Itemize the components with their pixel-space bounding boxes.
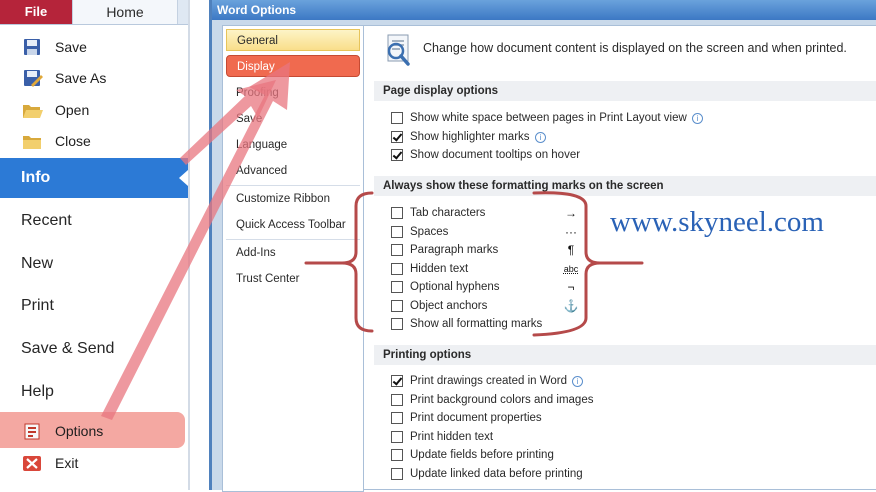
save-as-icon — [24, 70, 43, 87]
ribbon-tab-bar: File Home — [0, 0, 190, 25]
option-label: Print document properties — [410, 412, 542, 424]
checkbox[interactable] — [391, 262, 403, 275]
save-icon — [24, 39, 40, 55]
save-command[interactable]: Save — [0, 32, 188, 62]
nav-customize-ribbon[interactable]: Customize Ribbon — [226, 188, 360, 210]
checkbox[interactable] — [391, 318, 403, 330]
nav-quick-access-toolbar[interactable]: Quick Access Toolbar — [226, 214, 360, 236]
checkbox[interactable] — [391, 393, 403, 406]
options-label: Options — [55, 423, 104, 439]
new-section[interactable]: New — [0, 244, 188, 284]
nav-proofing[interactable]: Proofing — [226, 82, 360, 104]
nav-general[interactable]: General — [226, 29, 360, 51]
checkbox[interactable] — [391, 467, 403, 480]
magnifier-document-icon — [387, 34, 410, 66]
formatting-mark-symbol: ··· — [565, 224, 577, 239]
nav-add-ins[interactable]: Add-Ins — [226, 242, 360, 264]
exit-command[interactable]: Exit — [0, 448, 188, 478]
checkbox[interactable] — [391, 449, 403, 461]
checkbox[interactable] — [391, 412, 403, 424]
watermark-text: www.skyneel.com — [610, 206, 824, 238]
word-options-dialog: Word Options General Display Proofing Sa… — [209, 0, 876, 492]
close-label: Close — [55, 133, 91, 149]
save-as-label: Save As — [55, 70, 107, 86]
option-label: Print drawings created in Word — [410, 375, 568, 387]
open-command[interactable]: Open — [0, 95, 188, 125]
formatting-mark-symbol: ¬ — [567, 280, 575, 294]
formatting-marks-header: Always show these formatting marks on th… — [374, 176, 876, 196]
options-command[interactable]: Options — [0, 416, 188, 446]
nav-language[interactable]: Language — [226, 134, 360, 156]
option-label: Show white space between pages in Print … — [410, 112, 687, 124]
formatting-mark-symbol: → — [565, 206, 577, 220]
option-label: Show highlighter marks — [410, 130, 530, 143]
save-as-command[interactable]: Save As — [0, 63, 188, 93]
recent-section[interactable]: Recent — [0, 201, 188, 241]
print-label: Print — [21, 297, 54, 314]
nav-display[interactable]: Display — [226, 55, 360, 77]
backstage-divider — [188, 0, 190, 490]
info-label: Info — [21, 169, 51, 186]
help-label: Help — [21, 383, 54, 400]
checkbox[interactable] — [391, 130, 403, 143]
nav-save[interactable]: Save — [226, 108, 360, 130]
nav-divider — [226, 185, 360, 186]
save-and-send-section[interactable]: Save & Send — [0, 329, 188, 369]
exit-icon — [23, 456, 41, 471]
nav-trust-center[interactable]: Trust Center — [226, 268, 360, 290]
printing-options-header: Printing options — [374, 345, 876, 365]
save-and-send-label: Save & Send — [21, 340, 115, 357]
close-folder-icon — [23, 136, 41, 149]
option-label: Paragraph marks — [410, 244, 499, 256]
home-tab[interactable]: Home — [72, 0, 178, 24]
save-label: Save — [55, 39, 87, 55]
checkbox[interactable] — [391, 244, 403, 256]
option-label: Update linked data before printing — [410, 467, 583, 480]
option-label: Show all formatting marks — [410, 318, 543, 330]
backstage-view: File Home Save Save As Open Close Info R… — [0, 0, 190, 490]
checkbox[interactable] — [391, 149, 403, 161]
checkbox[interactable] — [391, 225, 403, 238]
option-label: Print hidden text — [410, 430, 494, 443]
info-icon[interactable]: i — [535, 131, 546, 143]
nav-divider — [226, 239, 360, 240]
close-command[interactable]: Close — [0, 126, 188, 156]
checkbox[interactable] — [391, 207, 403, 219]
formatting-mark-symbol: ¶ — [567, 243, 575, 257]
option-label: Update fields before printing — [410, 449, 554, 461]
info-section[interactable]: Info — [0, 158, 188, 198]
option-label: Show document tooltips on hover — [410, 149, 581, 161]
checkbox[interactable] — [391, 430, 403, 443]
dialog-title: Word Options — [212, 0, 876, 20]
recent-label: Recent — [21, 212, 72, 229]
formatting-mark-symbol: abc — [563, 263, 579, 274]
option-label: Optional hyphens — [410, 281, 500, 293]
exit-label: Exit — [55, 455, 79, 471]
selection-pointer-icon — [179, 170, 188, 186]
help-section[interactable]: Help — [0, 372, 188, 412]
checkbox[interactable] — [391, 375, 403, 387]
option-label: Print background colors and images — [410, 393, 594, 406]
option-label: Tab characters — [410, 207, 486, 219]
info-icon[interactable]: i — [692, 113, 703, 124]
checkbox[interactable] — [391, 299, 403, 312]
display-options-panel: Change how document content is displayed… — [363, 25, 876, 490]
open-folder-icon — [23, 105, 43, 118]
file-tab[interactable]: File — [0, 0, 72, 24]
page-display-header: Page display options — [374, 81, 876, 101]
checkbox[interactable] — [391, 112, 403, 124]
nav-advanced[interactable]: Advanced — [226, 160, 360, 182]
option-label: Hidden text — [410, 262, 469, 275]
options-category-list: General Display Proofing Save Language A… — [222, 25, 364, 492]
options-icon — [24, 423, 40, 440]
info-icon[interactable]: i — [572, 376, 583, 387]
option-label: Object anchors — [410, 299, 488, 312]
new-label: New — [21, 255, 54, 272]
panel-intro-text: Change how document content is displayed… — [423, 41, 847, 55]
print-section[interactable]: Print — [0, 286, 188, 326]
open-label: Open — [55, 102, 90, 118]
checkbox[interactable] — [391, 281, 403, 293]
option-label: Spaces — [410, 225, 449, 238]
formatting-mark-symbol: ⚓ — [563, 298, 579, 313]
